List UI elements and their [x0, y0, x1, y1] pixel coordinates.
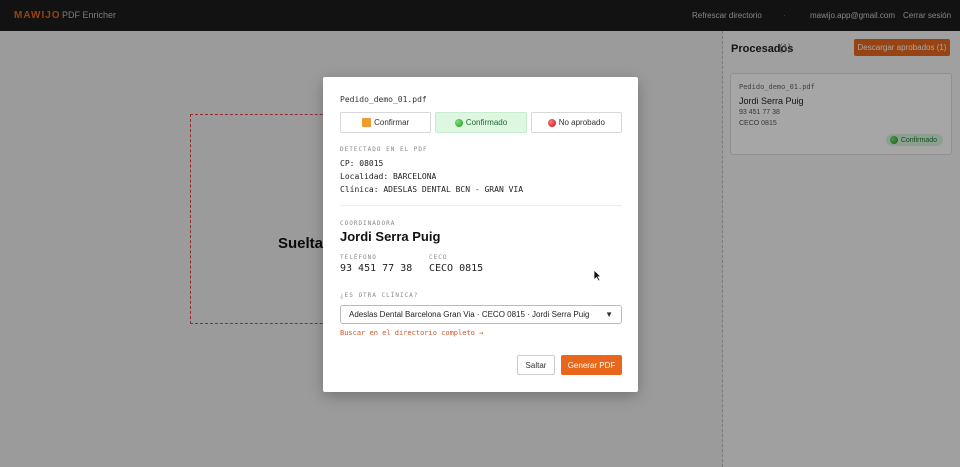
- orange-square-icon: [362, 118, 372, 127]
- not-approved-button[interactable]: No aprobado: [530, 112, 622, 133]
- search-directory-link[interactable]: Buscar en el directorio completo →: [340, 329, 483, 337]
- coordinator-name: Jordi Serra Puig: [340, 229, 441, 244]
- ceco-label: CECO: [429, 254, 448, 261]
- ceco-value: CECO 0815: [429, 263, 484, 274]
- not-approved-label: No aprobado: [558, 118, 605, 127]
- confirmed-label: Confirmado: [465, 118, 508, 127]
- section-divider: [340, 205, 622, 206]
- confirm-button[interactable]: Confirmar: [340, 112, 432, 133]
- clinic-select[interactable]: Adeslas Dental Barcelona Gran Via · CECO…: [340, 305, 622, 324]
- phone-value: 93 451 77 38: [340, 263, 413, 274]
- phone-label: TELÉFONO: [340, 254, 377, 261]
- detected-cp: CP: 08015: [340, 159, 384, 168]
- skip-button[interactable]: Saltar: [517, 355, 555, 375]
- red-dot-icon: [547, 118, 556, 127]
- clinic-select-value: Adeslas Dental Barcelona Gran Via · CECO…: [349, 310, 590, 319]
- review-modal: Pedido_demo_01.pdf Confirmar Confirmado …: [323, 77, 638, 392]
- coordinator-label: COORDINADORA: [340, 220, 396, 227]
- other-clinic-label: ¿ES OTRA CLÍNICA?: [340, 292, 419, 299]
- green-dot-icon: [454, 118, 463, 127]
- chevron-down-icon: ▼: [605, 310, 613, 319]
- detected-clinic: Clínica: ADESLAS DENTAL BCN - GRAN VIA: [340, 185, 524, 194]
- confirmed-button[interactable]: Confirmado: [435, 112, 527, 133]
- detected-label: DETECTADO EN EL PDF: [340, 146, 428, 153]
- generate-pdf-button[interactable]: Generar PDF: [561, 355, 622, 375]
- cursor-icon: [593, 269, 602, 282]
- confirm-label: Confirmar: [374, 118, 410, 127]
- detected-locality: Localidad: BARCELONA: [340, 172, 437, 181]
- status-selector: Confirmar Confirmado No aprobado: [340, 112, 622, 133]
- modal-file-name: Pedido_demo_01.pdf: [340, 95, 427, 104]
